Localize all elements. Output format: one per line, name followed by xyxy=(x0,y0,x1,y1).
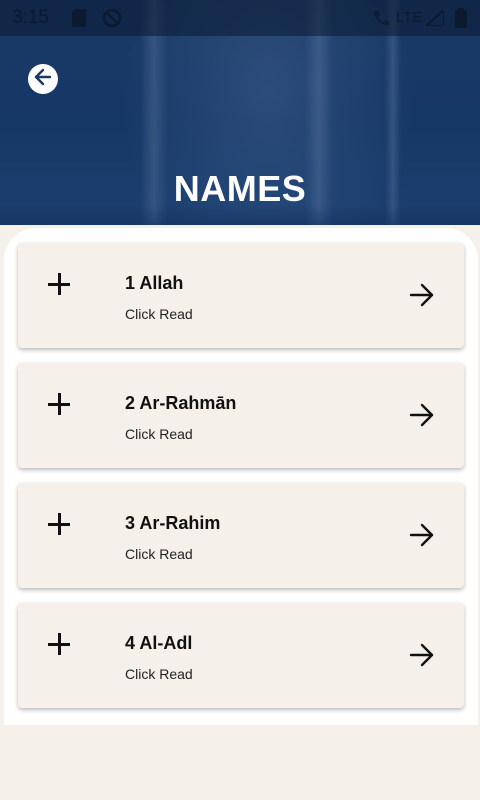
names-list: 1 Allah Click Read 2 Ar-Rahmān Click Rea… xyxy=(18,243,464,723)
name-card[interactable]: 4 Al-Adl Click Read xyxy=(18,603,464,708)
name-title: 3 Ar-Rahim xyxy=(125,513,221,533)
plus-icon[interactable] xyxy=(48,513,70,535)
arrow-right-icon[interactable] xyxy=(408,401,436,429)
bottom-area xyxy=(0,725,480,800)
name-card[interactable]: 1 Allah Click Read xyxy=(18,243,464,348)
battery-icon xyxy=(455,8,467,33)
screen: 3:15 LTE NAMES 1 Allah Click Read 2 Ar-R… xyxy=(0,0,480,800)
plus-icon[interactable] xyxy=(48,393,70,415)
name-title: 1 Allah xyxy=(125,273,184,293)
name-subtitle: Click Read xyxy=(125,666,193,682)
network-type-label: LTE xyxy=(396,9,423,26)
back-button[interactable] xyxy=(28,64,58,94)
name-subtitle: Click Read xyxy=(125,426,193,442)
status-bar: 3:15 LTE xyxy=(0,0,480,36)
sd-card-icon xyxy=(72,9,86,32)
arrow-right-icon[interactable] xyxy=(408,281,436,309)
page-title: NAMES xyxy=(173,168,307,209)
status-time: 3:15 xyxy=(12,7,49,28)
name-title: 4 Al-Adl xyxy=(125,633,193,653)
name-subtitle: Click Read xyxy=(125,306,193,322)
arrow-right-icon[interactable] xyxy=(408,641,436,669)
plus-icon[interactable] xyxy=(48,273,70,295)
name-subtitle: Click Read xyxy=(125,546,193,562)
arrow-right-icon[interactable] xyxy=(408,521,436,549)
name-title: 2 Ar-Rahmān xyxy=(125,393,237,413)
phone-signal-icon xyxy=(372,9,390,32)
arrow-left-circle-icon xyxy=(33,67,53,92)
plus-icon[interactable] xyxy=(48,633,70,655)
name-card[interactable]: 2 Ar-Rahmān Click Read xyxy=(18,363,464,468)
do-not-disturb-icon xyxy=(102,8,122,33)
name-card[interactable]: 3 Ar-Rahim Click Read xyxy=(18,483,464,588)
signal-strength-icon xyxy=(423,7,445,31)
